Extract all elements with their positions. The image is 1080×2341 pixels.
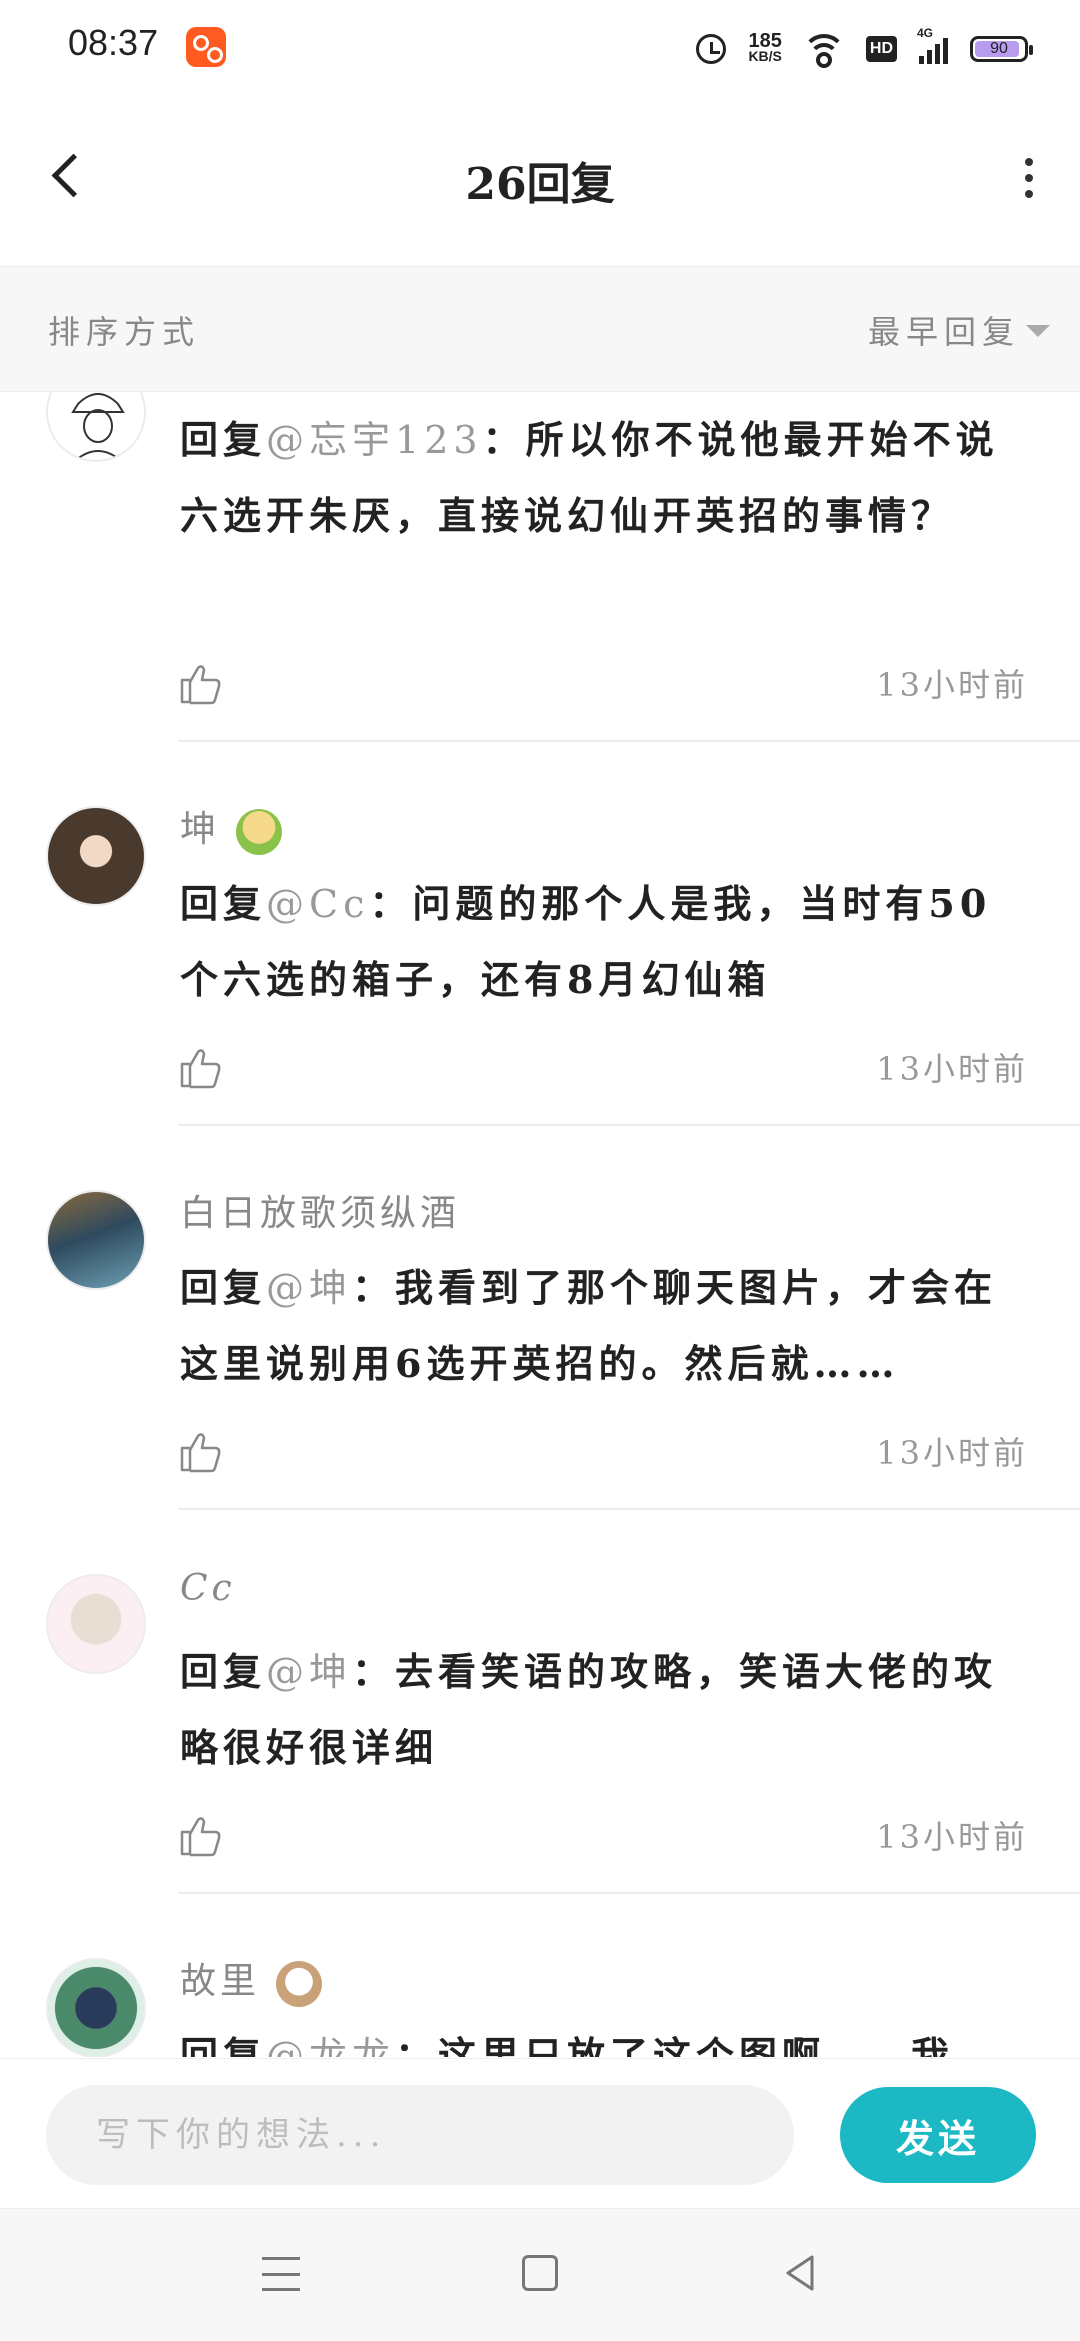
thumbs-up-icon[interactable] — [178, 1812, 224, 1858]
divider — [178, 1508, 1080, 1510]
reply-text: 回复@Cc：问题的那个人是我，当时有50个六选的箱子，还有8月幻仙箱 — [180, 866, 1030, 1018]
send-button[interactable]: 发送 — [840, 2087, 1036, 2183]
more-options-icon[interactable] — [1022, 158, 1036, 198]
network-speed-value: 185 — [748, 30, 782, 52]
compose-bar: 发送 — [0, 2058, 1080, 2209]
reply-separator: ： — [352, 1649, 396, 1694]
thumbs-up-icon[interactable] — [178, 1428, 224, 1474]
comment-input[interactable] — [46, 2085, 794, 2185]
user-name[interactable]: Cc — [180, 1568, 236, 1609]
status-bar: 08:37 185 KB/S HD 4G 90 — [0, 0, 1080, 96]
reply-time: 13小时前 — [876, 666, 1028, 704]
mention-link[interactable]: @龙龙 — [266, 2034, 395, 2057]
avatar[interactable] — [46, 806, 146, 906]
reply-time: 13小时前 — [876, 1050, 1028, 1088]
user-name[interactable]: 白日放歌须纵酒 — [180, 1184, 460, 1236]
user-name-text: 白日放歌须纵酒 — [180, 1193, 461, 1234]
thumbs-up-icon[interactable] — [178, 1044, 224, 1090]
home-icon[interactable] — [522, 2255, 558, 2291]
reply-list[interactable]: 回复@忘宇123：所以你不说他最开始不说六选开朱厌，直接说幻仙开英招的事情？ 1… — [0, 392, 1080, 2057]
mention-link[interactable]: @坤 — [266, 1650, 352, 1694]
medal-badge-icon — [236, 809, 283, 855]
avatar[interactable] — [46, 1958, 146, 2057]
divider — [178, 740, 1080, 742]
alarm-icon — [696, 34, 727, 64]
reply-time: 13小时前 — [876, 1434, 1028, 1472]
battery-icon: 90 — [970, 36, 1033, 62]
nav-back-icon[interactable] — [780, 2253, 820, 2293]
network-speed-unit: KB/S — [748, 48, 782, 64]
battery-level: 90 — [990, 40, 1008, 57]
reply-separator: ： — [482, 417, 526, 462]
hd-icon: HD — [865, 36, 897, 62]
reply-text: 回复@坤：去看笑语的攻略，笑语大佬的攻略很好很详细 — [180, 1634, 1030, 1786]
divider — [178, 1892, 1080, 1894]
avatar[interactable] — [46, 392, 146, 462]
user-name-text: 坤 — [180, 809, 221, 850]
sort-bar: 排序方式 最早回复 — [0, 267, 1080, 392]
reply-text: 回复@龙龙：这里只放了这个图啊……我 — [180, 2018, 1030, 2057]
medal-badge-icon — [276, 1961, 323, 2007]
reply-text: 回复@忘宇123：所以你不说他最开始不说六选开朱厌，直接说幻仙开英招的事情？ — [180, 402, 1030, 554]
network-speed: 185 KB/S — [748, 30, 782, 64]
user-name[interactable]: 故里 — [180, 1952, 323, 2007]
reply-text: 回复@坤：我看到了那个聊天图片，才会在这里说别用6选开英招的。然后就…… — [180, 1250, 1030, 1402]
top-app-bar: 26回复 — [0, 96, 1080, 267]
recent-apps-icon[interactable] — [262, 2257, 300, 2291]
reply-prefix: 回复 — [180, 417, 267, 462]
user-name-text: Cc — [180, 1568, 236, 1609]
reply-prefix: 回复 — [180, 881, 267, 926]
reply-separator: ： — [369, 881, 413, 926]
reply-body: 这里只放了这个图啊……我 — [438, 2033, 955, 2057]
user-name-text: 故里 — [180, 1961, 261, 2002]
user-name[interactable]: 坤 — [180, 800, 283, 855]
mention-link[interactable]: @忘宇123 — [266, 418, 483, 462]
mention-link[interactable]: @坤 — [266, 1266, 352, 1310]
thumbs-up-icon[interactable] — [178, 660, 224, 706]
reply-separator: ： — [395, 2033, 439, 2057]
sort-label: 排序方式 — [48, 313, 201, 351]
caret-down-icon[interactable] — [1026, 325, 1050, 337]
mention-link[interactable]: @Cc — [266, 882, 369, 926]
reply-time: 13小时前 — [876, 1818, 1028, 1856]
system-nav-bar — [0, 2208, 1080, 2341]
divider — [178, 1124, 1080, 1126]
reply-prefix: 回复 — [180, 1649, 267, 1694]
page-title: 26回复 — [465, 159, 615, 210]
signal-icon: 4G — [917, 26, 948, 64]
status-icons: 185 KB/S HD 4G 90 — [696, 24, 1033, 74]
avatar[interactable] — [46, 1574, 146, 1674]
reply-prefix: 回复 — [180, 2033, 267, 2057]
app-notification-icon — [186, 27, 226, 67]
reply-prefix: 回复 — [180, 1265, 267, 1310]
status-time: 08:37 — [68, 22, 159, 63]
signal-type-label: 4G — [917, 26, 934, 40]
reply-separator: ： — [352, 1265, 396, 1310]
sort-dropdown[interactable]: 最早回复 — [868, 307, 1020, 353]
avatar[interactable] — [46, 1190, 146, 1290]
wifi-icon — [801, 34, 846, 68]
